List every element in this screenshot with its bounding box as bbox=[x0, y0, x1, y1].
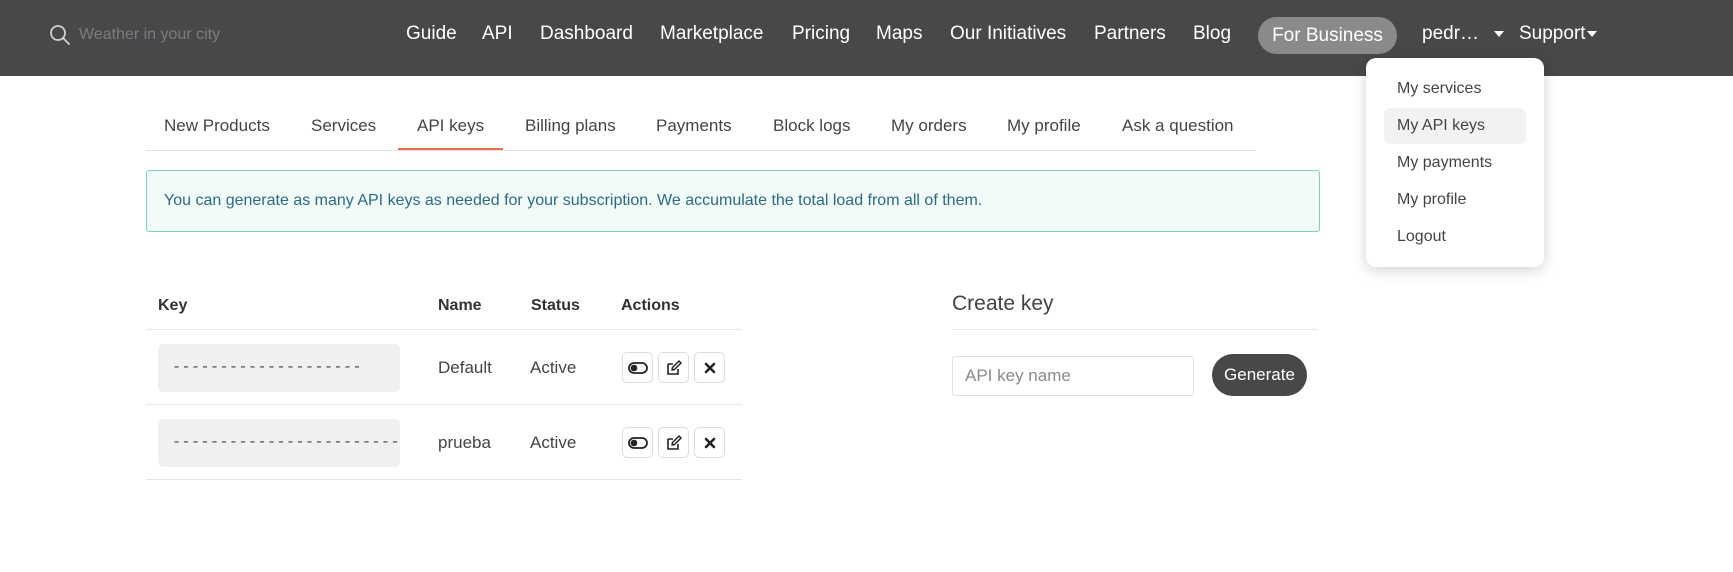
user-dropdown-menu: My services My API keys My payments My p… bbox=[1366, 58, 1544, 267]
nav-blog[interactable]: Blog bbox=[1193, 23, 1231, 45]
user-menu-toggle[interactable]: pedr… bbox=[1422, 23, 1505, 45]
api-key-name-input[interactable] bbox=[952, 356, 1194, 396]
menu-item-my-services[interactable]: My services bbox=[1384, 71, 1526, 107]
edit-key-button[interactable] bbox=[658, 427, 689, 458]
table-row: ------------------------- prueba Active bbox=[146, 405, 742, 480]
menu-item-my-api-keys[interactable]: My API keys bbox=[1384, 108, 1526, 144]
key-status: Active bbox=[530, 433, 577, 452]
nav-api[interactable]: API bbox=[482, 23, 513, 45]
nav-marketplace[interactable]: Marketplace bbox=[660, 23, 764, 45]
tab-my-profile[interactable]: My profile bbox=[1007, 116, 1081, 136]
tab-billing-plans[interactable]: Billing plans bbox=[525, 116, 616, 136]
tab-new-products[interactable]: New Products bbox=[164, 116, 270, 136]
tab-services[interactable]: Services bbox=[311, 116, 376, 136]
column-header-actions: Actions bbox=[621, 297, 680, 314]
generate-button[interactable]: Generate bbox=[1212, 354, 1307, 396]
toggle-key-button[interactable] bbox=[622, 427, 653, 458]
chevron-down-icon bbox=[1586, 30, 1597, 37]
nav-guide[interactable]: Guide bbox=[406, 23, 457, 45]
table-row: -------------------- Default Active bbox=[146, 330, 742, 405]
column-header-key: Key bbox=[158, 297, 188, 314]
tab-payments[interactable]: Payments bbox=[656, 116, 732, 136]
nav-maps[interactable]: Maps bbox=[876, 23, 922, 45]
tab-ask-a-question[interactable]: Ask a question bbox=[1122, 116, 1234, 136]
user-name: pedr… bbox=[1422, 23, 1480, 44]
info-alert: You can generate as many API keys as nee… bbox=[146, 170, 1320, 232]
toggle-key-button[interactable] bbox=[622, 352, 653, 383]
nav-pricing[interactable]: Pricing bbox=[792, 23, 850, 45]
api-key-value[interactable]: -------------------- bbox=[158, 344, 400, 392]
tab-api-keys[interactable]: API keys bbox=[417, 116, 484, 136]
menu-item-my-payments[interactable]: My payments bbox=[1384, 145, 1526, 181]
key-name: prueba bbox=[438, 433, 491, 452]
tab-block-logs[interactable]: Block logs bbox=[773, 116, 850, 136]
close-icon bbox=[704, 437, 715, 448]
delete-key-button[interactable] bbox=[694, 427, 725, 458]
edit-icon bbox=[666, 434, 682, 450]
toggle-icon bbox=[627, 436, 648, 449]
menu-item-my-profile[interactable]: My profile bbox=[1384, 182, 1526, 218]
close-icon bbox=[704, 362, 715, 373]
divider bbox=[952, 329, 1318, 330]
alert-text: You can generate as many API keys as nee… bbox=[164, 192, 983, 209]
nav-partners[interactable]: Partners bbox=[1094, 23, 1166, 45]
delete-key-button[interactable] bbox=[694, 352, 725, 383]
for-business-button[interactable]: For Business bbox=[1258, 17, 1397, 54]
edit-key-button[interactable] bbox=[658, 352, 689, 383]
nav-support[interactable]: Support bbox=[1519, 23, 1597, 45]
menu-item-logout[interactable]: Logout bbox=[1384, 219, 1526, 255]
chevron-down-icon bbox=[1494, 30, 1505, 37]
column-header-name: Name bbox=[438, 297, 482, 314]
toggle-icon bbox=[627, 361, 648, 374]
table-header: Key Name Status Actions bbox=[146, 290, 742, 330]
edit-icon bbox=[666, 359, 682, 375]
account-tabs: New Products Services API keys Billing p… bbox=[146, 101, 1256, 151]
key-name: Default bbox=[438, 358, 492, 377]
nav-our-initiatives[interactable]: Our Initiatives bbox=[950, 23, 1066, 45]
key-status: Active bbox=[530, 358, 577, 377]
nav-dashboard[interactable]: Dashboard bbox=[540, 23, 633, 45]
column-header-status: Status bbox=[531, 297, 580, 314]
support-label: Support bbox=[1519, 23, 1586, 44]
active-tab-indicator bbox=[398, 148, 503, 150]
create-key-title: Create key bbox=[952, 292, 1054, 315]
api-key-value[interactable]: ------------------------- bbox=[158, 419, 400, 467]
tab-my-orders[interactable]: My orders bbox=[891, 116, 967, 136]
